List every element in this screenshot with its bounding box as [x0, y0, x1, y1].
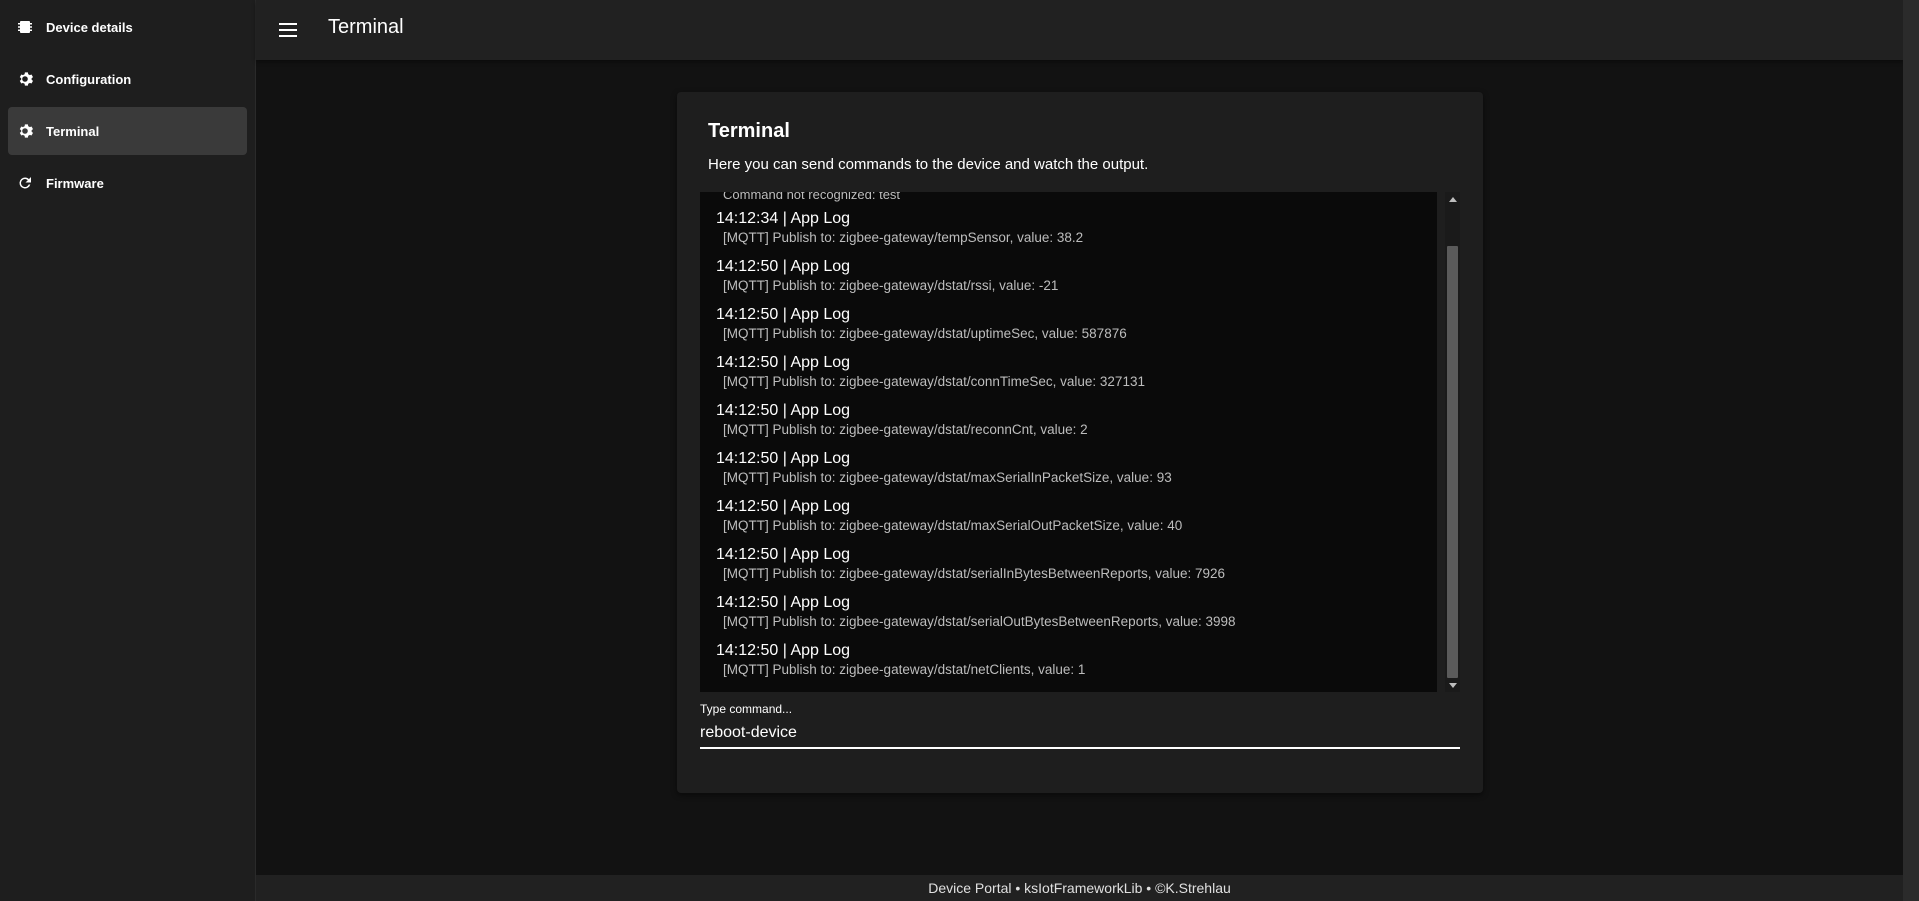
log-entry-message: [MQTT] Publish to: zigbee-gateway/dstat/… — [723, 326, 1127, 341]
log-entry-header: 14:12:50 | App Log — [716, 642, 851, 659]
top-app-bar: Terminal — [256, 0, 1903, 60]
log-entry-message: [MQTT] Publish to: zigbee-gateway/dstat/… — [723, 662, 1086, 677]
chip-icon — [17, 19, 33, 35]
log-entry-header: 14:12:50 | App Log — [716, 354, 851, 371]
scrollbar-thumb[interactable] — [1447, 246, 1458, 678]
log-entry-message: [MQTT] Publish to: zigbee-gateway/dstat/… — [723, 566, 1226, 581]
log-entry-message: [MQTT] Publish to: zigbee-gateway/dstat/… — [723, 614, 1236, 629]
terminal-output[interactable]: Command not recognized: test 14:12:34 | … — [700, 192, 1437, 692]
card-title: Terminal — [708, 120, 790, 142]
log-entry-header: 14:12:50 | App Log — [716, 498, 851, 515]
sidebar-item-label: Firmware — [46, 175, 104, 191]
footer: Device Portal • ksIotFrameworkLib • ©K.S… — [256, 875, 1903, 901]
log-list: 14:12:34 | App Log [MQTT] Publish to: zig… — [716, 209, 1437, 689]
refresh-icon — [17, 175, 33, 191]
sidebar: Device details Configuration Terminal Fi… — [0, 0, 256, 901]
log-entry: 14:12:50 | App Log [MQTT] Publish to: zig… — [716, 353, 1437, 401]
log-partial-line: Command not recognized: test — [723, 192, 901, 202]
log-entry-message: [MQTT] Publish to: zigbee-gateway/dstat/… — [723, 278, 1059, 293]
terminal-scrollbar[interactable] — [1445, 192, 1460, 692]
log-entry: 14:12:50 | App Log [MQTT] Publish to: zig… — [716, 641, 1437, 689]
log-entry: 14:12:50 | App Log [MQTT] Publish to: zig… — [716, 449, 1437, 497]
log-entry: 14:12:50 | App Log [MQTT] Publish to: zig… — [716, 305, 1437, 353]
log-entry: 14:12:50 | App Log [MQTT] Publish to: zig… — [716, 401, 1437, 449]
log-entry-header: 14:12:50 | App Log — [716, 594, 851, 611]
hamburger-menu-icon[interactable] — [272, 14, 304, 46]
log-entry: 14:12:50 | App Log [MQTT] Publish to: zig… — [716, 545, 1437, 593]
log-entry-message: [MQTT] Publish to: zigbee-gateway/dstat/… — [723, 374, 1145, 389]
card-subtitle: Here you can send commands to the device… — [708, 156, 1149, 173]
log-entry-header: 14:12:34 | App Log — [716, 210, 851, 227]
log-entry-message: [MQTT] Publish to: zigbee-gateway/dstat/… — [723, 518, 1183, 533]
log-entry-message: [MQTT] Publish to: zigbee-gateway/dstat/… — [723, 422, 1088, 437]
log-entry-message: [MQTT] Publish to: zigbee-gateway/tempSe… — [723, 230, 1084, 245]
sidebar-item-firmware[interactable]: Firmware — [8, 159, 247, 207]
log-entry-header: 14:12:50 | App Log — [716, 546, 851, 563]
gear-icon — [17, 71, 33, 87]
log-entry: 14:12:50 | App Log [MQTT] Publish to: zig… — [716, 257, 1437, 305]
command-input[interactable] — [700, 719, 1460, 749]
log-entry: 14:12:50 | App Log [MQTT] Publish to: zig… — [716, 593, 1437, 641]
terminal-card: Terminal Here you can send commands to t… — [677, 92, 1483, 793]
log-entry-header: 14:12:50 | App Log — [716, 450, 851, 467]
footer-text: Device Portal • ksIotFrameworkLib • ©K.S… — [928, 880, 1231, 896]
log-entry-message: [MQTT] Publish to: zigbee-gateway/dstat/… — [723, 470, 1172, 485]
window-scrollbar[interactable] — [1903, 0, 1919, 901]
command-input-label: Type command... — [700, 702, 793, 716]
scroll-down-icon[interactable] — [1445, 678, 1460, 692]
log-entry: 14:12:34 | App Log [MQTT] Publish to: zig… — [716, 209, 1437, 257]
log-entry-header: 14:12:50 | App Log — [716, 306, 851, 323]
scroll-up-icon[interactable] — [1445, 192, 1460, 206]
sidebar-item-device-details[interactable]: Device details — [8, 3, 247, 51]
log-entry-header: 14:12:50 | App Log — [716, 402, 851, 419]
sidebar-item-label: Configuration — [46, 71, 132, 87]
log-entry-header: 14:12:50 | App Log — [716, 258, 851, 275]
log-entry: 14:12:50 | App Log [MQTT] Publish to: zig… — [716, 497, 1437, 545]
sidebar-item-configuration[interactable]: Configuration — [8, 55, 247, 103]
sidebar-item-terminal[interactable]: Terminal — [8, 107, 247, 155]
sidebar-item-label: Device details — [46, 19, 133, 35]
gear-icon — [17, 123, 33, 139]
page-title: Terminal — [328, 16, 404, 38]
sidebar-item-label: Terminal — [46, 123, 100, 139]
